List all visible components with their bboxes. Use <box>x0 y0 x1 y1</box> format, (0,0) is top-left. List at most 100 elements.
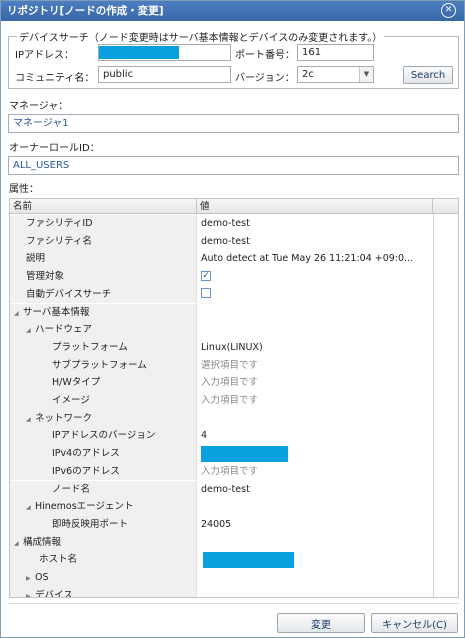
version-select-value: 2c <box>302 69 314 80</box>
search-button[interactable]: Search <box>403 66 453 84</box>
table-row[interactable]: 説明 Auto detect at Tue May 26 11:21:04 +0… <box>10 250 458 269</box>
row-value[interactable]: ✓ <box>197 268 433 286</box>
row-name: ノード名 <box>10 480 197 499</box>
row-name: 管理対象 <box>10 268 197 286</box>
attributes-table: 名前 値 ファシリティID demo-test ファシリティ名 demo-tes… <box>9 198 459 598</box>
table-row[interactable]: IPアドレスのバージョン 4 <box>10 427 458 446</box>
community-label: コミュニティ名： <box>15 73 95 84</box>
row-value[interactable]: demo-test <box>197 215 433 233</box>
table-header: 名前 値 <box>10 199 458 214</box>
column-header-value[interactable]: 値 <box>197 199 433 214</box>
table-row[interactable]: イメージ 入力項目です <box>10 392 458 410</box>
tree-collapsed-icon[interactable]: ▶ <box>26 570 35 588</box>
row-name: ホスト名 <box>10 551 197 569</box>
table-row[interactable]: IPv4のアドレス <box>10 445 458 463</box>
row-name: IPv6のアドレス <box>10 462 197 481</box>
row-value <box>197 587 433 597</box>
version-label: バージョン： <box>235 73 295 84</box>
row-name: イメージ <box>10 392 197 410</box>
row-value <box>197 304 433 322</box>
footer-separator <box>9 603 459 604</box>
table-row[interactable]: IPv6のアドレス 入力項目です <box>10 462 458 481</box>
tree-expanded-icon[interactable]: ◢ <box>26 322 35 340</box>
node-edit-dialog: リポジトリ[ノードの作成・変更] ✕ デバイスサーチ（ノード変更時はサーバ基本情… <box>0 0 465 638</box>
row-value[interactable]: Auto detect at Tue May 26 11:21:04 +09:0… <box>197 250 433 268</box>
row-name: ファシリティID <box>10 215 197 233</box>
owner-role-input[interactable]: ALL_USERS <box>8 156 459 175</box>
row-value[interactable] <box>197 286 433 304</box>
row-name: 自動デバイスサーチ <box>10 285 197 304</box>
row-name: H/Wタイプ <box>10 374 197 392</box>
row-value[interactable] <box>197 551 433 569</box>
table-row[interactable]: ▶ デバイス <box>10 586 458 598</box>
row-value <box>197 498 433 516</box>
checkbox-unchecked-icon[interactable] <box>201 288 211 299</box>
table-row[interactable]: ▶ OS <box>10 569 458 587</box>
row-name: 構成情報 <box>23 536 62 548</box>
row-name: プラットフォーム <box>10 338 197 357</box>
tree-expanded-icon[interactable]: ◢ <box>14 305 23 323</box>
ip-address-label: IPアドレス： <box>15 50 74 61</box>
attributes-label: 属性： <box>9 184 39 195</box>
tree-expanded-icon[interactable]: ◢ <box>14 535 23 553</box>
row-name: IPアドレスのバージョン <box>10 427 197 446</box>
community-input[interactable]: public <box>98 66 231 83</box>
ok-button[interactable]: 変更 <box>277 613 365 633</box>
row-name: 説明 <box>10 250 197 269</box>
row-value[interactable] <box>197 445 433 463</box>
row-value[interactable]: 入力項目です <box>197 374 433 392</box>
table-row[interactable]: ファシリティ名 demo-test <box>10 232 458 251</box>
row-name: ハードウェア <box>35 324 93 336</box>
checkbox-checked-icon[interactable]: ✓ <box>201 270 211 281</box>
chevron-down-icon[interactable]: ▼ <box>359 67 373 82</box>
table-row[interactable]: ◢ Hinemosエージェント <box>10 498 458 516</box>
row-value <box>197 569 433 587</box>
row-name: IPv4のアドレス <box>10 445 197 463</box>
row-name: デバイス <box>35 589 73 598</box>
tree-expanded-icon[interactable]: ◢ <box>26 499 35 517</box>
redacted-ip-address <box>99 46 179 59</box>
row-name: Hinemosエージェント <box>35 501 134 513</box>
table-row[interactable]: ファシリティID demo-test <box>10 215 458 233</box>
version-select[interactable]: 2c ▼ <box>297 66 374 83</box>
port-label: ポート番号： <box>235 50 295 61</box>
table-row[interactable]: ◢ ネットワーク <box>10 409 458 429</box>
close-icon[interactable]: ✕ <box>441 3 456 18</box>
redacted-ipv4-address <box>201 446 288 463</box>
row-value <box>197 321 433 339</box>
table-row[interactable]: プラットフォーム Linux(LINUX) <box>10 338 458 357</box>
row-value[interactable]: demo-test <box>197 481 433 499</box>
owner-role-label: オーナーロールID： <box>9 143 100 154</box>
table-row[interactable]: ◢ サーバ基本情報 <box>10 303 458 323</box>
row-name: サーバ基本情報 <box>23 306 90 318</box>
tree-collapsed-icon[interactable]: ▶ <box>26 588 35 597</box>
table-row[interactable]: ノード名 demo-test <box>10 480 458 499</box>
title-bar: リポジトリ[ノードの作成・変更] ✕ <box>1 1 464 21</box>
row-value[interactable]: 4 <box>197 427 433 445</box>
tree-expanded-icon[interactable]: ◢ <box>26 411 35 429</box>
table-row[interactable]: H/Wタイプ 入力項目です <box>10 374 458 392</box>
row-value[interactable]: 選択項目です <box>197 357 433 375</box>
row-name: ファシリティ名 <box>10 232 197 251</box>
device-search-legend: デバイスサーチ（ノード変更時はサーバ基本情報とデバイスのみ変更されます。） <box>19 33 383 44</box>
row-value <box>197 534 433 552</box>
manager-input[interactable]: マネージャ1 <box>8 114 459 133</box>
row-value[interactable]: Linux(LINUX) <box>197 339 433 357</box>
table-row[interactable]: 自動デバイスサーチ <box>10 285 458 304</box>
table-row[interactable]: 即時反映用ポート 24005 <box>10 515 458 534</box>
table-row[interactable]: サブプラットフォーム 選択項目です <box>10 356 458 375</box>
row-value[interactable]: 24005 <box>197 516 433 534</box>
table-row[interactable]: ホスト名 <box>10 551 458 569</box>
table-row[interactable]: 管理対象 ✓ <box>10 268 458 286</box>
table-row[interactable]: ◢ ハードウェア <box>10 321 458 339</box>
row-value[interactable]: 入力項目です <box>197 392 433 410</box>
row-name: OS <box>35 572 49 583</box>
column-header-name[interactable]: 名前 <box>10 199 197 214</box>
row-value[interactable]: demo-test <box>197 233 433 251</box>
table-row[interactable]: ◢ 構成情報 <box>10 533 458 553</box>
row-value[interactable]: 入力項目です <box>197 463 433 481</box>
ip-address-input[interactable] <box>98 44 231 61</box>
port-input[interactable]: 161 <box>297 44 374 61</box>
row-name: サブプラットフォーム <box>10 356 197 375</box>
cancel-button[interactable]: キャンセル(C) <box>371 613 458 633</box>
